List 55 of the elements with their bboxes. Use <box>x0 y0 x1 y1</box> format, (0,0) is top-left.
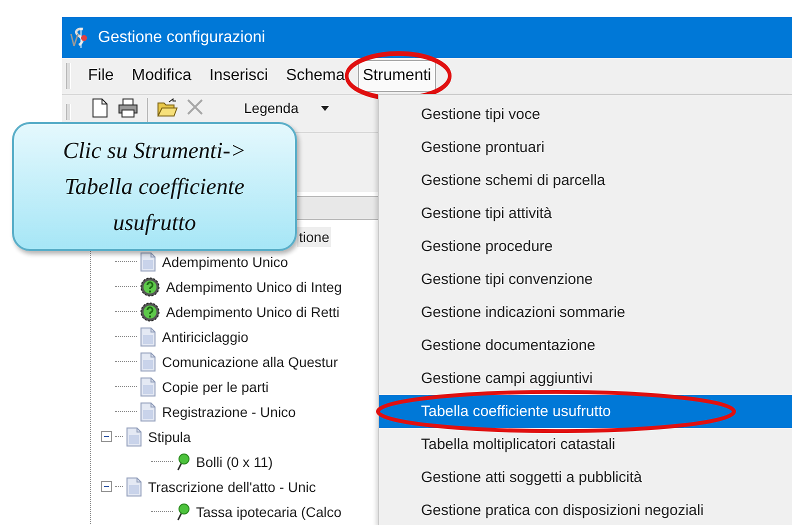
tree-item-label[interactable]: Tassa ipotecaria (Calco <box>196 504 342 520</box>
new-document-icon[interactable] <box>91 98 109 118</box>
tree-item-label[interactable]: Registrazione - Unico <box>162 404 296 420</box>
tree-item-label[interactable]: Bolli (0 x 11) <box>196 454 273 470</box>
pushpin-icon <box>176 502 190 520</box>
menu-item[interactable]: Gestione tipi voce <box>379 98 792 131</box>
document-icon <box>140 376 156 396</box>
printer-icon[interactable] <box>117 98 139 118</box>
tree-item-label[interactable]: Comunicazione alla Questur <box>162 354 338 370</box>
menu-bar-item[interactable]: Schema <box>281 60 350 92</box>
menu-bar-item[interactable]: Inserisci <box>204 60 274 92</box>
question-gear-icon <box>140 276 160 296</box>
menu-item[interactable]: Gestione schemi di parcella <box>379 164 792 197</box>
menu-bar-item[interactable]: Strumenti <box>358 60 436 92</box>
collapse-icon[interactable] <box>101 481 112 492</box>
callout-text: Tabella coefficiente <box>64 172 244 201</box>
menu-item[interactable]: Gestione tipi attività <box>379 197 792 230</box>
pushpin-icon <box>176 452 190 470</box>
collapse-icon[interactable] <box>101 431 112 442</box>
window-title: Gestione configurazioni <box>98 28 266 46</box>
callout-text: Clic su Strumenti-> <box>63 136 246 164</box>
menu-item[interactable]: Gestione indicazioni sommarie <box>379 296 792 329</box>
menu-bar-item[interactable]: Modifica <box>126 60 196 92</box>
document-icon <box>126 476 142 496</box>
tree-item-label[interactable]: Adempimento Unico <box>162 254 288 270</box>
menu-item[interactable]: Gestione tipi convenzione <box>379 263 792 296</box>
menu-bar-item[interactable]: File <box>83 60 119 92</box>
legend-dropdown[interactable]: Legenda <box>240 98 333 118</box>
document-icon <box>126 426 142 446</box>
menu-item[interactable]: Gestione documentazione <box>379 329 792 362</box>
caret-icon <box>320 106 329 110</box>
callout-text: usufrutto <box>112 208 196 237</box>
menu-item[interactable]: Tabella coefficiente usufrutto <box>379 395 792 428</box>
document-icon <box>140 326 156 346</box>
menu-item[interactable]: Gestione atti soggetti a pubblicità <box>379 461 792 494</box>
menu-item[interactable]: Gestione campi aggiuntivi <box>379 362 792 395</box>
tree-item-label[interactable]: tione <box>297 226 332 246</box>
tree-item-label[interactable]: Adempimento Unico di Retti <box>166 304 340 320</box>
app-logo-icon <box>68 26 90 50</box>
tree-item-label[interactable]: Adempimento Unico di Integ <box>166 278 342 294</box>
question-gear-icon <box>140 302 160 322</box>
menu-item[interactable]: Gestione procedure <box>379 230 792 263</box>
tree-item-label[interactable]: Copie per le parti <box>162 378 269 394</box>
tree-item-label[interactable]: Antiriciclaggio <box>162 328 248 344</box>
open-folder-icon[interactable] <box>156 98 178 118</box>
tree-item-label[interactable]: Stipula <box>148 428 191 444</box>
document-icon <box>140 252 156 272</box>
tree-item-label[interactable]: Trascrizione dell'atto - Unic <box>148 478 316 494</box>
menu-item[interactable]: Gestione prontuari <box>379 131 792 164</box>
toolbar-grip[interactable] <box>66 63 71 89</box>
menu-item[interactable]: Gestione pratica con disposizioni negoziali <box>379 494 792 525</box>
toolbar-grip[interactable] <box>66 104 71 120</box>
document-icon <box>140 352 156 372</box>
document-icon <box>140 402 156 422</box>
menu-item[interactable]: Tabella moltiplicatori catastali <box>379 428 792 461</box>
